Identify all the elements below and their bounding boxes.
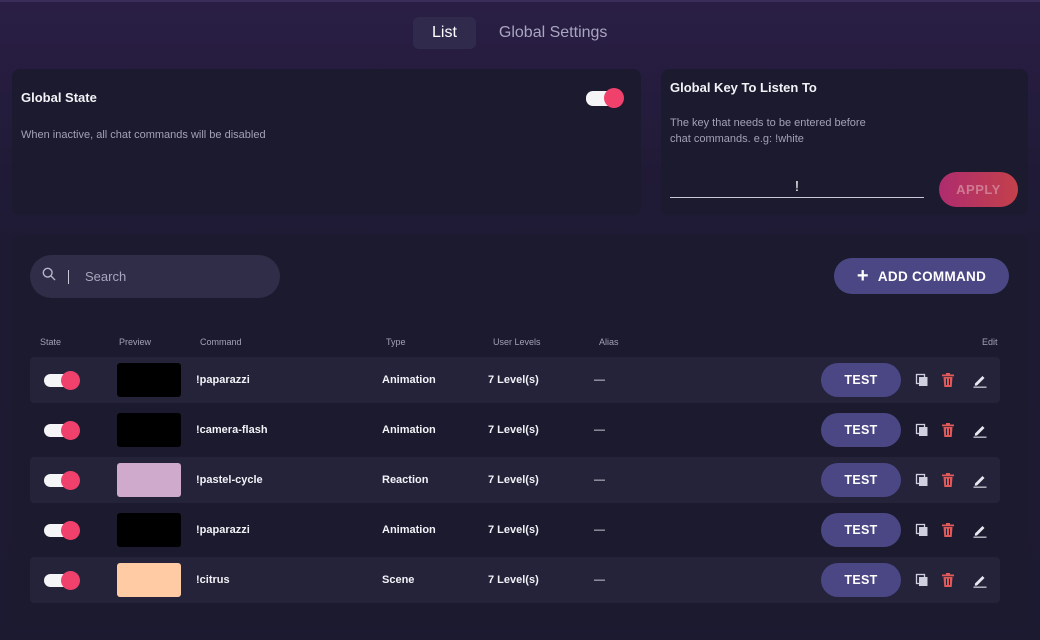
command-name: !paparazzi [196, 524, 250, 536]
header-preview: Preview [119, 337, 152, 347]
toggle-knob [61, 521, 80, 540]
command-type: Animation [382, 424, 436, 436]
global-state-title: Global State [21, 90, 97, 105]
trash-icon[interactable] [940, 522, 956, 538]
toggle-knob [61, 471, 80, 490]
table-header: State Preview Command Type User Levels A… [12, 337, 1028, 349]
apply-button[interactable]: APPLY [939, 172, 1018, 207]
pencil-icon[interactable] [972, 572, 988, 588]
command-user-levels: 7 Level(s) [488, 474, 539, 486]
command-name: !camera-flash [196, 424, 268, 436]
pencil-icon[interactable] [972, 472, 988, 488]
command-state-toggle[interactable] [44, 371, 80, 390]
search-icon [42, 267, 56, 286]
command-preview [117, 363, 181, 397]
toggle-knob [61, 571, 80, 590]
header-edit: Edit [982, 337, 998, 347]
header-alias: Alias [599, 337, 619, 347]
command-alias: — [594, 524, 605, 536]
add-command-button[interactable]: + ADD COMMAND [834, 258, 1009, 294]
command-type: Animation [382, 374, 436, 386]
global-key-description-line1: The key that needs to be entered before [670, 117, 866, 129]
table-row: !paparazzi Animation 7 Level(s) — TEST [30, 357, 1000, 403]
test-button[interactable]: TEST [821, 513, 901, 547]
plus-icon: + [856, 265, 869, 287]
command-type: Scene [382, 574, 415, 586]
tab-list[interactable]: List [413, 17, 476, 49]
command-user-levels: 7 Level(s) [488, 524, 539, 536]
command-state-toggle[interactable] [44, 471, 80, 490]
command-state-toggle[interactable] [44, 571, 80, 590]
copy-icon[interactable] [914, 372, 930, 388]
test-button[interactable]: TEST [821, 563, 901, 597]
command-alias: — [594, 374, 605, 386]
table-row: !pastel-cycle Reaction 7 Level(s) — TEST [30, 457, 1000, 503]
trash-icon[interactable] [940, 422, 956, 438]
command-alias: — [594, 574, 605, 586]
tab-bar: List Global Settings [413, 17, 626, 49]
pencil-icon[interactable] [972, 422, 988, 438]
global-state-description: When inactive, all chat commands will be… [21, 129, 266, 141]
trash-icon[interactable] [940, 372, 956, 388]
command-name: !citrus [196, 574, 230, 586]
search-box[interactable] [30, 255, 280, 298]
global-state-card: Global State When inactive, all chat com… [12, 69, 641, 215]
trash-icon[interactable] [940, 472, 956, 488]
command-preview [117, 413, 181, 447]
command-preview [117, 463, 181, 497]
global-key-description-line2: chat commands. e.g: !white [670, 133, 804, 145]
table-row: !citrus Scene 7 Level(s) — TEST [30, 557, 1000, 603]
header-type: Type [386, 337, 406, 347]
command-state-toggle[interactable] [44, 421, 80, 440]
command-preview [117, 513, 181, 547]
header-user-levels: User Levels [493, 337, 541, 347]
command-type: Animation [382, 524, 436, 536]
pencil-icon[interactable] [972, 522, 988, 538]
toggle-knob [61, 421, 80, 440]
copy-icon[interactable] [914, 472, 930, 488]
global-key-title: Global Key To Listen To [670, 80, 817, 95]
header-command: Command [200, 337, 242, 347]
trash-icon[interactable] [940, 572, 956, 588]
global-key-description: The key that needs to be entered before … [670, 115, 866, 147]
command-name: !paparazzi [196, 374, 250, 386]
command-list-card: + ADD COMMAND State Preview Command Type… [12, 235, 1028, 626]
pencil-icon[interactable] [972, 372, 988, 388]
command-user-levels: 7 Level(s) [488, 574, 539, 586]
command-preview [117, 563, 181, 597]
table-row: !camera-flash Animation 7 Level(s) — TES… [30, 407, 1000, 453]
header-state: State [40, 337, 62, 347]
copy-icon[interactable] [914, 522, 930, 538]
command-user-levels: 7 Level(s) [488, 424, 539, 436]
command-user-levels: 7 Level(s) [488, 374, 539, 386]
command-state-toggle[interactable] [44, 521, 80, 540]
global-state-toggle[interactable] [586, 88, 624, 108]
test-button[interactable]: TEST [821, 413, 901, 447]
text-caret [68, 269, 69, 284]
command-alias: — [594, 424, 605, 436]
copy-icon[interactable] [914, 422, 930, 438]
add-command-label: ADD COMMAND [877, 268, 987, 284]
toggle-knob [61, 371, 80, 390]
command-name: !pastel-cycle [196, 474, 263, 486]
command-alias: — [594, 474, 605, 486]
test-button[interactable]: TEST [821, 463, 901, 497]
tab-global-settings[interactable]: Global Settings [480, 17, 627, 49]
copy-icon[interactable] [914, 572, 930, 588]
global-key-card: Global Key To Listen To The key that nee… [661, 69, 1028, 215]
global-key-input[interactable] [670, 176, 924, 198]
table-row: !paparazzi Animation 7 Level(s) — TEST [30, 507, 1000, 553]
toggle-knob [604, 88, 624, 108]
search-input[interactable] [85, 269, 255, 284]
command-type: Reaction [382, 474, 429, 486]
test-button[interactable]: TEST [821, 363, 901, 397]
